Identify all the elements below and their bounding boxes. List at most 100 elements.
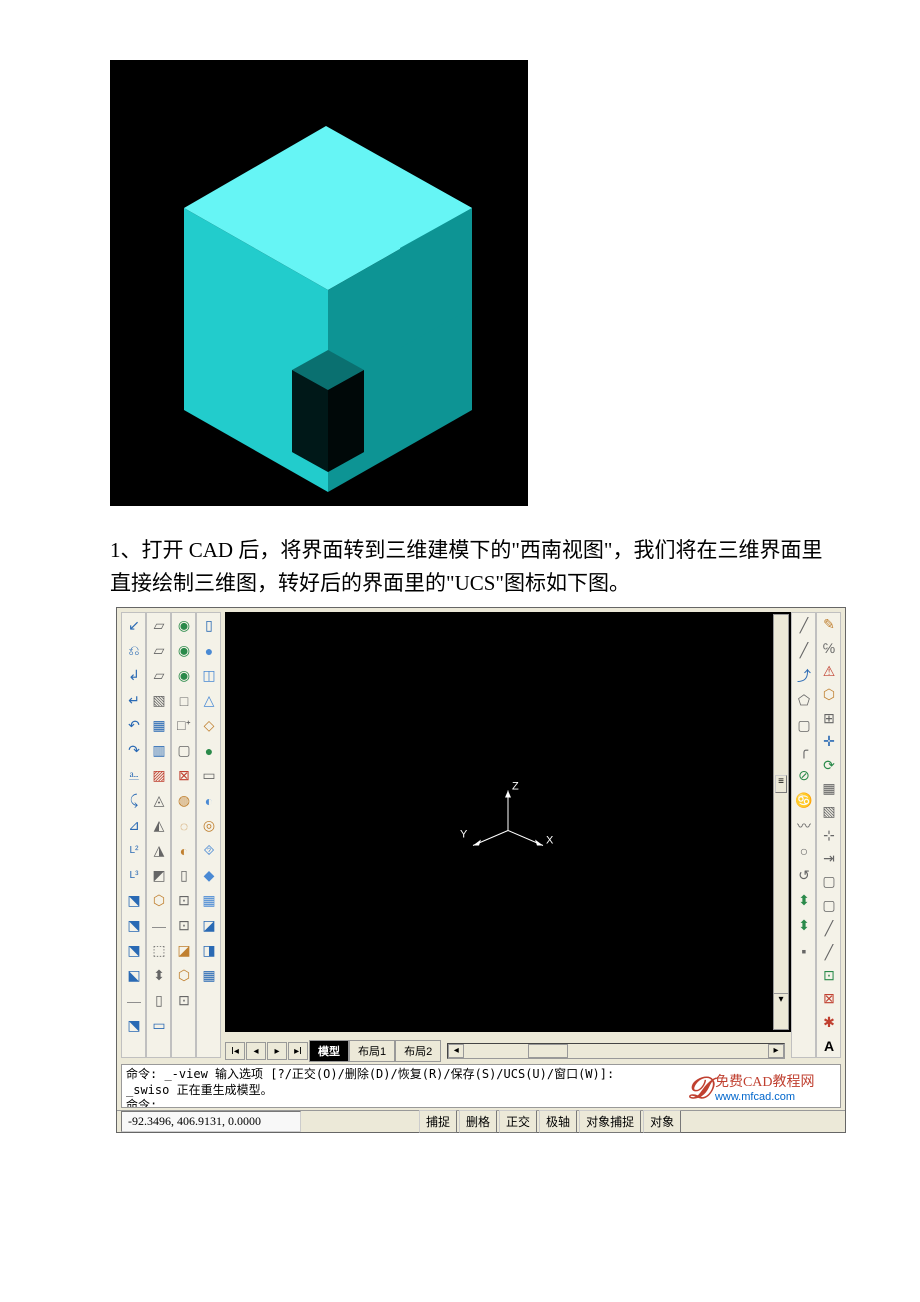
- tb-icon[interactable]: ◫: [197, 663, 221, 688]
- tb-icon[interactable]: ⎁: [122, 763, 146, 788]
- tb-icon[interactable]: ⬔: [122, 913, 146, 938]
- tb-icon[interactable]: ⬍: [147, 963, 171, 988]
- erase-icon[interactable]: ✎: [817, 613, 841, 636]
- tb-icon[interactable]: △: [197, 688, 221, 713]
- tb-icon[interactable]: ◇: [197, 713, 221, 738]
- tb-icon[interactable]: ⤹: [122, 788, 146, 813]
- tab-next[interactable]: ▸: [267, 1042, 287, 1060]
- tb-icon[interactable]: ▯: [172, 863, 196, 888]
- tab-first[interactable]: I◂: [225, 1042, 245, 1060]
- scale-icon[interactable]: ▦: [817, 777, 841, 800]
- copy-icon[interactable]: ℅: [817, 636, 841, 659]
- tb-icon[interactable]: ⬚: [147, 938, 171, 963]
- vertical-scrollbar[interactable]: ≡ ▾: [773, 614, 789, 1030]
- tb-icon[interactable]: ●: [197, 638, 221, 663]
- scroll-down[interactable]: ▾: [774, 993, 788, 1009]
- tb-icon[interactable]: ◐: [172, 838, 196, 863]
- drawing-viewport[interactable]: Z X Y: [225, 612, 791, 1032]
- tb-icon[interactable]: ⊡: [172, 888, 196, 913]
- tb-icon[interactable]: ▭: [197, 763, 221, 788]
- line-icon[interactable]: ╱: [792, 613, 816, 638]
- ellipsearc-icon[interactable]: ↺: [792, 863, 816, 888]
- tb-icon[interactable]: ↲: [122, 663, 146, 688]
- otrack-toggle[interactable]: 对象: [643, 1110, 681, 1133]
- tb-icon[interactable]: ◪: [197, 913, 221, 938]
- tb-icon[interactable]: —: [147, 913, 171, 938]
- tab-layout2[interactable]: 布局2: [395, 1040, 441, 1062]
- scroll-thumb[interactable]: ≡: [775, 775, 787, 793]
- tb-icon[interactable]: ⬔: [122, 888, 146, 913]
- snap-toggle[interactable]: 捕捉: [419, 1110, 457, 1133]
- hatch-icon[interactable]: ⊡: [817, 964, 841, 987]
- explode-icon[interactable]: ✱: [817, 1010, 841, 1033]
- tb-icon[interactable]: ▧: [147, 688, 171, 713]
- tb-icon[interactable]: ◩: [147, 863, 171, 888]
- tb-icon[interactable]: ◨: [197, 938, 221, 963]
- tb-icon[interactable]: ⊡: [172, 913, 196, 938]
- tb-icon[interactable]: ▦: [147, 713, 171, 738]
- tb-icon[interactable]: □ᐩ: [172, 713, 196, 738]
- tab-last[interactable]: ▸I: [288, 1042, 308, 1060]
- tb-icon[interactable]: ⬕: [122, 963, 146, 988]
- revcloud-icon[interactable]: ♋: [792, 788, 816, 813]
- spline-icon[interactable]: 〰: [792, 813, 816, 838]
- join-icon[interactable]: ▢: [817, 894, 841, 917]
- grid-toggle[interactable]: 删格: [459, 1110, 497, 1133]
- arc-icon[interactable]: ╭: [792, 738, 816, 763]
- tab-prev[interactable]: ◂: [246, 1042, 266, 1060]
- fillet-icon[interactable]: ╱: [817, 940, 841, 963]
- tb-icon[interactable]: ◍: [172, 788, 196, 813]
- tb-icon[interactable]: ▥: [147, 738, 171, 763]
- tb-icon[interactable]: ⬔: [122, 938, 146, 963]
- tb-icon[interactable]: ▱: [147, 638, 171, 663]
- tb-icon[interactable]: ◉: [172, 613, 196, 638]
- tb-icon[interactable]: ▯: [147, 988, 171, 1013]
- horizontal-scrollbar[interactable]: ◂ ▸: [447, 1043, 785, 1059]
- mirror-icon[interactable]: ⚠: [817, 660, 841, 683]
- tb-icon[interactable]: ◆: [197, 863, 221, 888]
- tb-icon[interactable]: ▱: [147, 663, 171, 688]
- block-icon[interactable]: ⬍: [792, 913, 816, 938]
- scroll-right[interactable]: ▸: [768, 1044, 784, 1058]
- tb-icon[interactable]: ◌: [172, 813, 196, 838]
- offset-icon[interactable]: ⬡: [817, 683, 841, 706]
- tb-icon[interactable]: ▱: [147, 613, 171, 638]
- move-icon[interactable]: ✛: [817, 730, 841, 753]
- stretch-icon[interactable]: ▧: [817, 800, 841, 823]
- circle-icon[interactable]: ⊘: [792, 763, 816, 788]
- tb-icon[interactable]: ▦: [197, 888, 221, 913]
- extend-icon[interactable]: ⇥: [817, 847, 841, 870]
- break-icon[interactable]: ▢: [817, 870, 841, 893]
- tb-icon[interactable]: ↙: [122, 613, 146, 638]
- tb-icon[interactable]: ◮: [147, 838, 171, 863]
- text-icon[interactable]: A: [817, 1034, 841, 1057]
- tb-icon[interactable]: ⬡: [147, 888, 171, 913]
- tb-icon[interactable]: —: [122, 988, 146, 1013]
- tb-icon[interactable]: ◎: [197, 813, 221, 838]
- tb-icon[interactable]: ◪: [172, 938, 196, 963]
- tb-icon[interactable]: ⊠: [172, 763, 196, 788]
- tab-layout1[interactable]: 布局1: [349, 1040, 395, 1062]
- ellipse-icon[interactable]: ○: [792, 838, 816, 863]
- polygon-icon[interactable]: ⬠: [792, 688, 816, 713]
- polar-toggle[interactable]: 极轴: [539, 1110, 577, 1133]
- ortho-toggle[interactable]: 正交: [499, 1110, 537, 1133]
- tab-model[interactable]: 模型: [309, 1040, 349, 1062]
- rect-icon[interactable]: ▢: [792, 713, 816, 738]
- tb-icon[interactable]: ⬔: [122, 1013, 146, 1038]
- tb-icon[interactable]: ◉: [172, 663, 196, 688]
- tb-icon[interactable]: ◬: [147, 788, 171, 813]
- array-icon[interactable]: ⊞: [817, 707, 841, 730]
- tb-icon[interactable]: ⊿: [122, 813, 146, 838]
- tb-icon[interactable]: ●: [197, 738, 221, 763]
- gradient-icon[interactable]: ⊠: [817, 987, 841, 1010]
- tb-icon[interactable]: ◉: [172, 638, 196, 663]
- tb-icon[interactable]: ▢: [172, 738, 196, 763]
- tb-icon[interactable]: ◭: [147, 813, 171, 838]
- tb-icon[interactable]: ▨: [147, 763, 171, 788]
- osnap-toggle[interactable]: 对象捕捉: [579, 1110, 641, 1133]
- tb-icon[interactable]: ↵: [122, 688, 146, 713]
- tb-icon[interactable]: L³: [122, 863, 146, 888]
- tb-icon[interactable]: ⯑: [197, 838, 221, 863]
- tb-icon[interactable]: ◐: [197, 788, 221, 813]
